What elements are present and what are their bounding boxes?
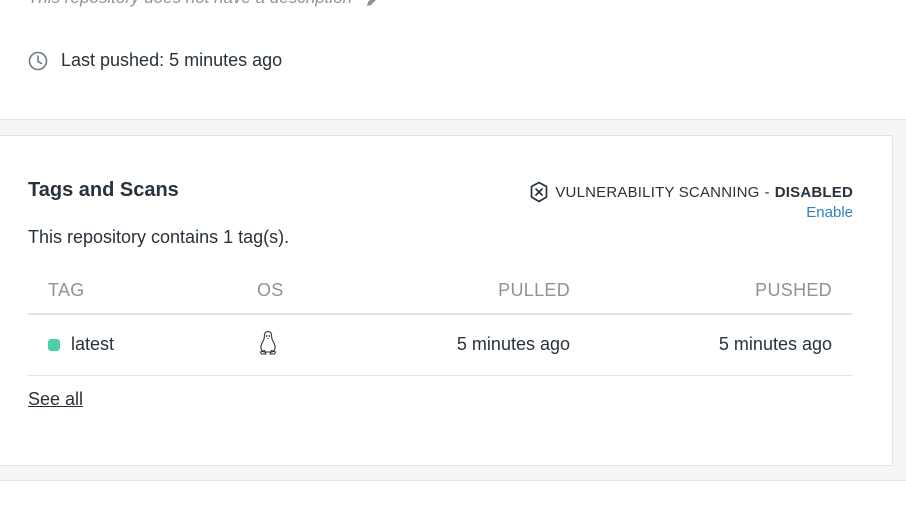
table-header: TAG OS PULLED PUSHED xyxy=(28,269,852,315)
pushed-cell: 5 minutes ago xyxy=(718,334,832,354)
tag-name-link[interactable]: latest xyxy=(71,334,114,355)
last-pushed-label: Last pushed: xyxy=(61,50,165,70)
column-header-tag: TAG xyxy=(48,280,85,300)
last-pushed-value: 5 minutes ago xyxy=(169,50,283,70)
table-row: latest 5 minutes ago 5 minutes ago xyxy=(28,315,852,376)
repo-description: This repository does not have a descript… xyxy=(28,0,352,8)
linux-icon xyxy=(259,330,277,355)
enable-scanning-link[interactable]: Enable xyxy=(806,204,853,221)
next-section-panel xyxy=(0,481,906,513)
edit-pencil-icon[interactable] xyxy=(365,0,379,8)
vulnerability-scanning-status: VULNERABILITY SCANNING - DISABLED xyxy=(529,181,853,203)
last-pushed-info: Last pushed: 5 minutes ago xyxy=(28,50,282,71)
see-all-link[interactable]: See all xyxy=(28,389,83,410)
column-header-pulled: PULLED xyxy=(498,280,570,300)
clock-icon xyxy=(28,51,48,70)
scanning-state: DISABLED xyxy=(774,183,853,201)
tag-cell: latest xyxy=(48,334,114,355)
repo-header-panel: This repository does not have a descript… xyxy=(0,0,906,120)
tags-and-scans-card: Tags and Scans VULNERABILITY SCANNING - … xyxy=(0,135,893,466)
tag-status-indicator xyxy=(48,338,60,351)
scanning-label: VULNERABILITY SCANNING xyxy=(555,183,760,201)
pulled-cell: 5 minutes ago xyxy=(456,334,570,354)
scanning-separator: - xyxy=(764,183,770,201)
column-header-os: OS xyxy=(257,280,284,300)
tag-count-text: This repository contains 1 tag(s). xyxy=(28,227,290,247)
shield-x-icon xyxy=(530,181,548,203)
tags-table: TAG OS PULLED PUSHED latest 5 minutes ag… xyxy=(28,269,852,376)
column-header-pushed: PUSHED xyxy=(755,280,832,300)
card-title: Tags and Scans xyxy=(28,179,179,201)
